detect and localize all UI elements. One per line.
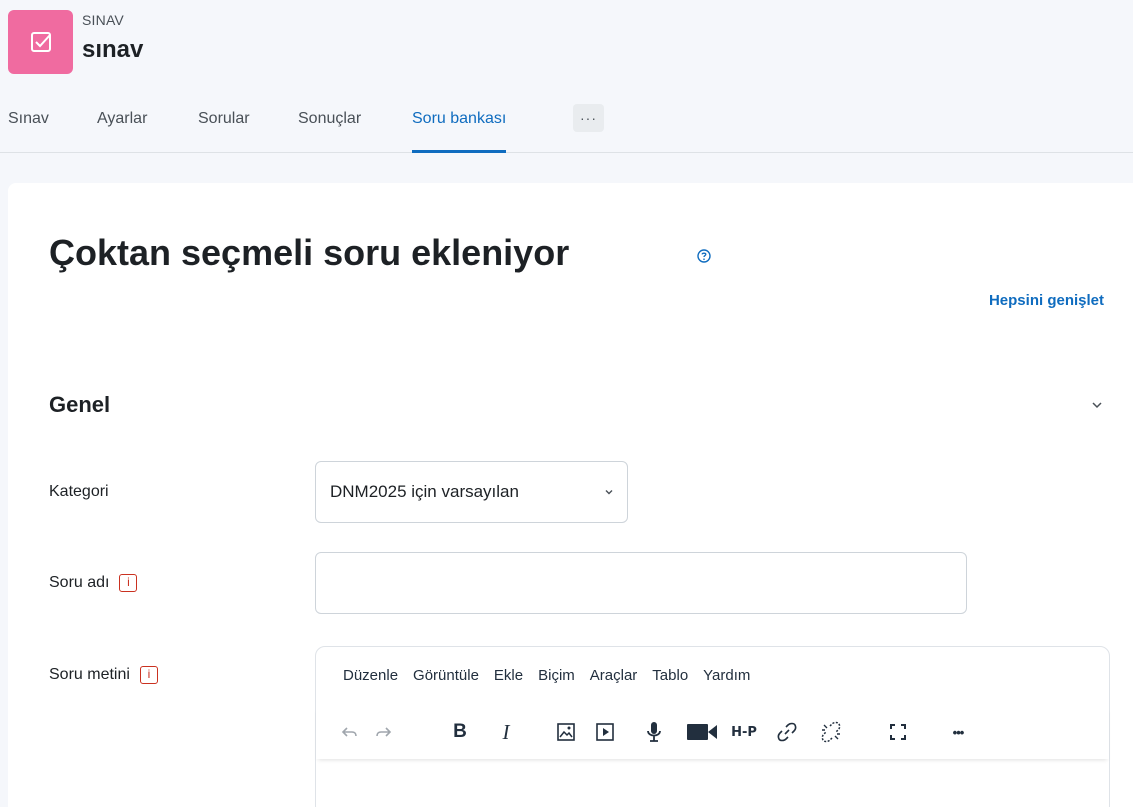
unlink-icon[interactable] <box>816 717 846 747</box>
tab-sonuclar[interactable]: Sonuçlar <box>298 100 361 153</box>
editor-menubar: Düzenle Görüntüle Ekle Biçim Araçlar Tab… <box>343 667 765 684</box>
activity-icon <box>8 10 73 74</box>
question-text-editor: Düzenle Görüntüle Ekle Biçim Araçlar Tab… <box>315 646 1110 807</box>
question-name-input[interactable] <box>315 552 967 614</box>
more-tabs-button[interactable]: ··· <box>573 104 604 132</box>
required-icon: i <box>139 666 158 684</box>
link-icon[interactable] <box>772 717 802 747</box>
tab-soru-bankasi[interactable]: Soru bankası <box>412 100 507 153</box>
chevron-down-icon[interactable] <box>1090 398 1104 412</box>
required-icon: i <box>119 574 138 592</box>
chevron-down-icon <box>605 490 613 495</box>
checkbox-icon <box>30 32 51 52</box>
menu-table[interactable]: Tablo <box>652 667 688 684</box>
section-title-general[interactable]: Genel <box>49 392 110 418</box>
question-name-label-text: Soru adı <box>49 574 110 592</box>
fullscreen-icon[interactable] <box>883 717 913 747</box>
question-text-label: Soru metini i <box>49 666 158 684</box>
category-label: Kategori <box>49 483 109 500</box>
menu-view[interactable]: Görüntüle <box>413 667 479 684</box>
undo-icon[interactable] <box>335 717 365 747</box>
expand-all-link[interactable]: Hepsini genişlet <box>989 292 1104 309</box>
italic-icon[interactable]: I <box>491 717 521 747</box>
menu-help[interactable]: Yardım <box>703 667 750 684</box>
record-video-icon[interactable] <box>685 717 719 747</box>
secondary-navigation: Sınav Ayarlar Sorular Sonuçlar Soru bank… <box>0 100 1133 153</box>
menu-edit[interactable]: Düzenle <box>343 667 398 684</box>
tab-ayarlar[interactable]: Ayarlar <box>97 100 147 153</box>
image-icon[interactable] <box>551 717 581 747</box>
question-name-label: Soru adı i <box>49 574 138 592</box>
more-icon[interactable]: ••• <box>943 717 973 747</box>
editor-toolbar: B I H-P ••• <box>316 707 1109 759</box>
media-icon[interactable] <box>590 717 620 747</box>
activity-type-label: SINAV <box>82 12 124 28</box>
page-title: Çoktan seçmeli soru ekleniyor <box>49 232 570 273</box>
bold-icon[interactable]: B <box>445 717 475 747</box>
menu-tools[interactable]: Araçlar <box>590 667 638 684</box>
menu-insert[interactable]: Ekle <box>494 667 523 684</box>
menu-format[interactable]: Biçim <box>538 667 575 684</box>
redo-icon[interactable] <box>368 717 398 747</box>
tab-sinav[interactable]: Sınav <box>8 100 49 153</box>
page-header-title: sınav <box>82 36 144 63</box>
category-select[interactable]: DNM2025 için varsayılan <box>315 461 628 523</box>
help-icon[interactable] <box>697 249 711 263</box>
category-select-value: DNM2025 için varsayılan <box>330 482 519 501</box>
tab-sorular[interactable]: Sorular <box>198 100 250 153</box>
h5p-icon[interactable]: H-P <box>726 717 762 747</box>
question-text-label-text: Soru metini <box>49 666 130 684</box>
record-audio-icon[interactable] <box>639 717 669 747</box>
